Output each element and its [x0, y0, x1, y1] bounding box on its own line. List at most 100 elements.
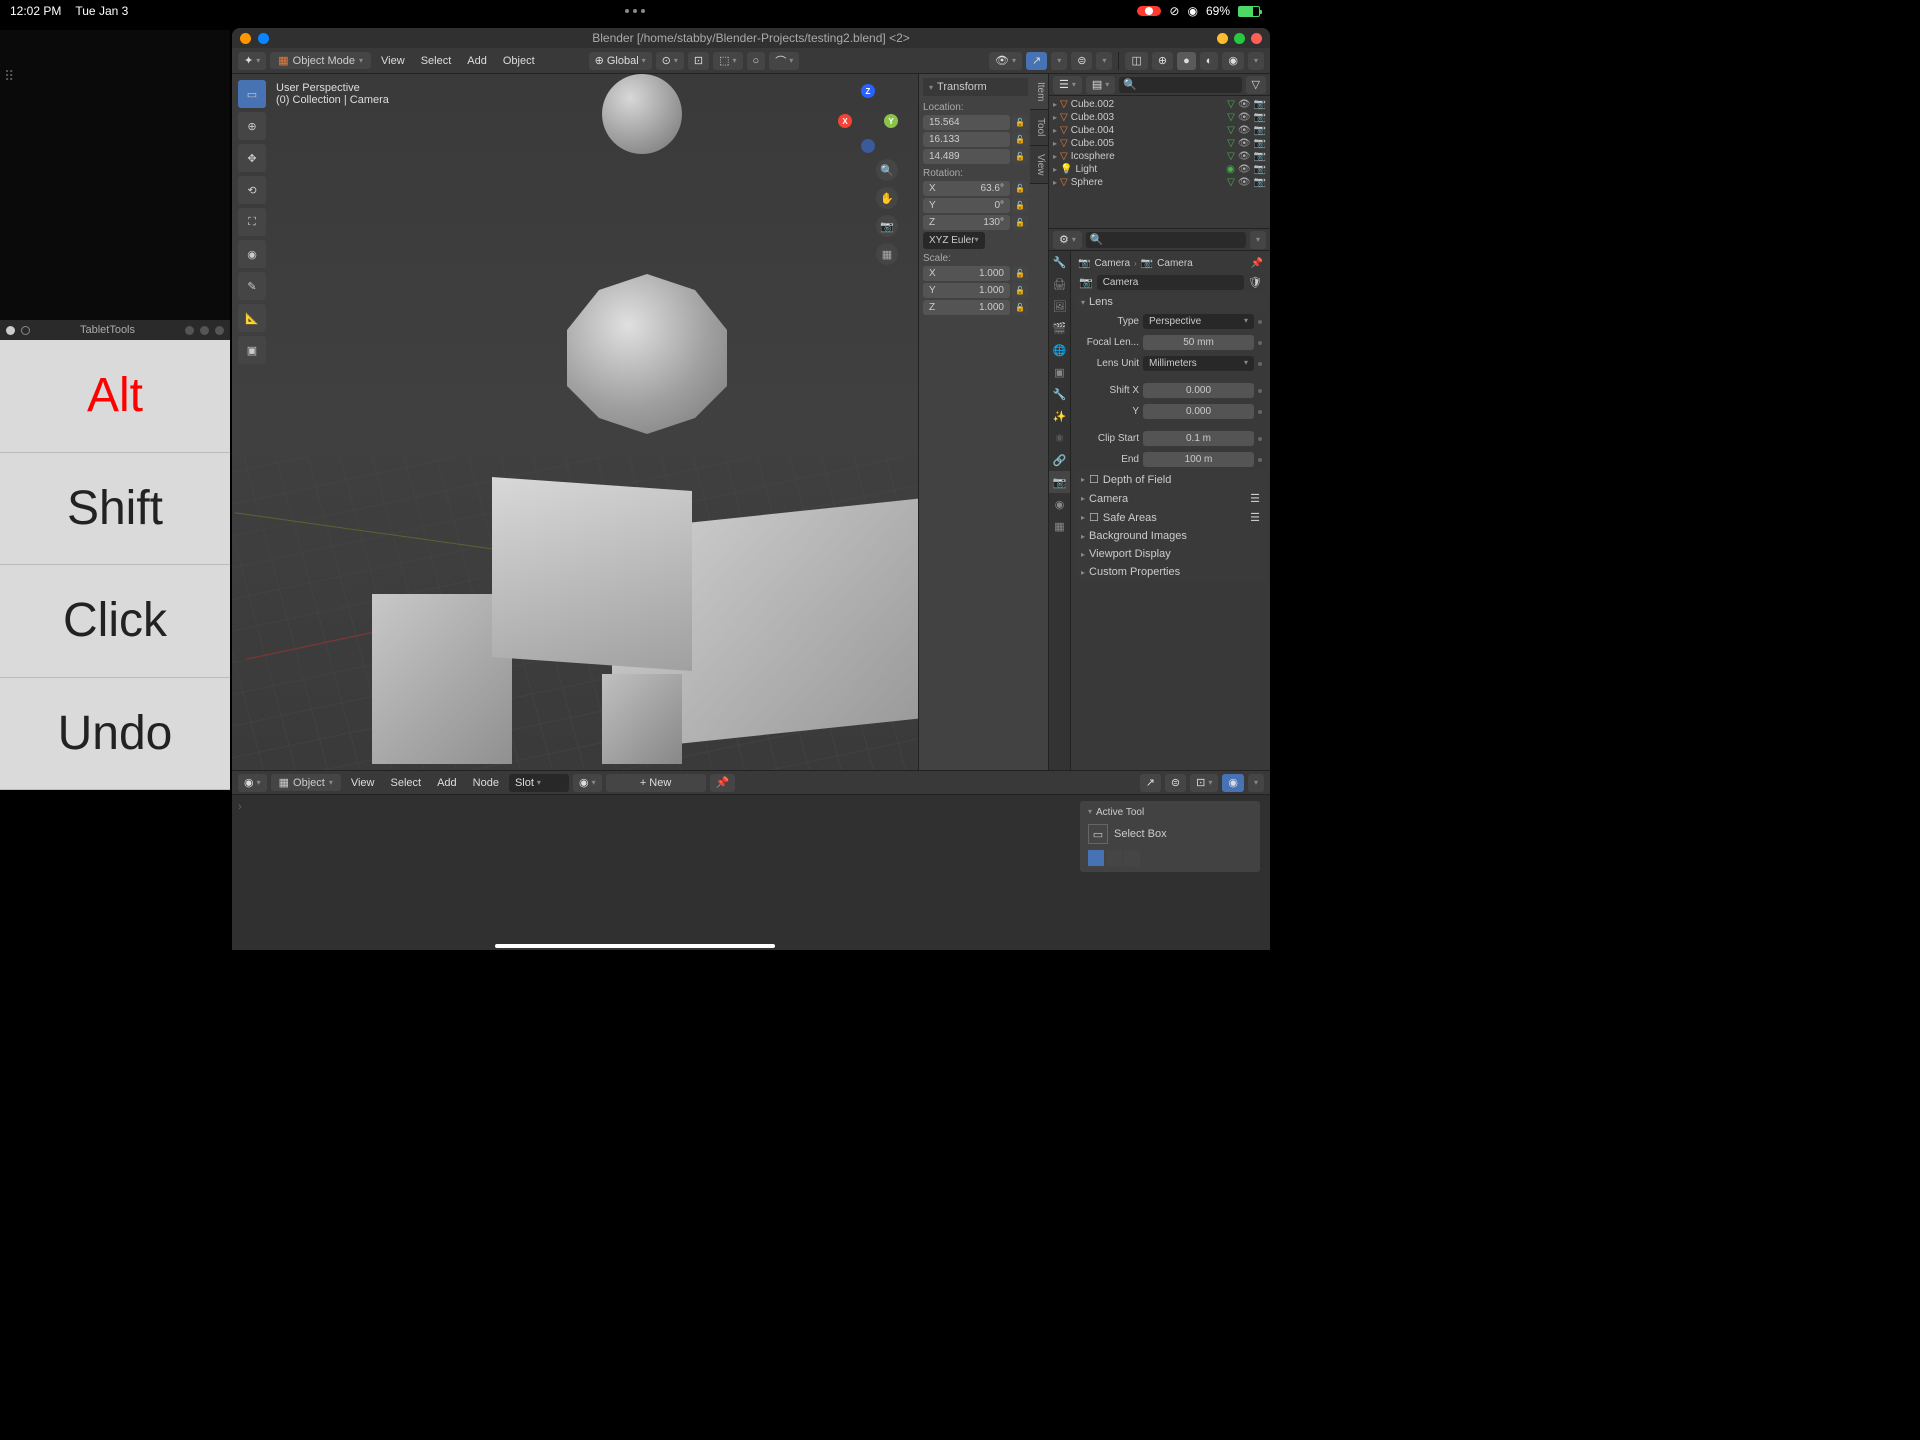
props-search[interactable]: 🔍 — [1086, 232, 1246, 248]
viewport-3d[interactable]: ▭ ⊕ ✥ ⟲ ⛶ ◉ ✎ 📐 ▣ User Perspective (0) C… — [232, 74, 1048, 770]
drag-mode-1[interactable] — [1088, 850, 1104, 866]
outliner-search[interactable]: 🔍 — [1119, 77, 1241, 93]
npanel-tab-tool[interactable]: Tool — [1030, 110, 1048, 145]
gizmo-options[interactable]: ▾ — [1051, 52, 1067, 70]
shader-menu-view[interactable]: View — [345, 775, 381, 791]
nav-camera[interactable]: 📷 — [876, 215, 898, 237]
safeareas-panel-header[interactable]: ▸☐Safe Areas☰ — [1075, 508, 1266, 527]
clip-start-field[interactable]: 0.1 m — [1143, 431, 1254, 446]
pivot-button[interactable]: ⊙▾ — [656, 52, 684, 70]
key-alt[interactable]: Alt — [0, 340, 230, 453]
expand-icon[interactable]: › — [238, 801, 242, 813]
shading-rendered[interactable]: ◉ — [1222, 52, 1244, 70]
loc-z-field[interactable]: 14.489 — [923, 149, 1010, 164]
props-tab-object[interactable]: ▣ — [1049, 361, 1070, 383]
lock-icon[interactable]: 🔓 — [1012, 115, 1028, 130]
tool-annotate[interactable]: ✎ — [238, 272, 266, 300]
shading-solid[interactable]: ● — [1177, 52, 1196, 70]
visibility-button[interactable]: 👁▾ — [989, 52, 1022, 70]
shading-matprev[interactable]: ◐ — [1200, 52, 1219, 70]
props-tab-data[interactable]: 📷 — [1049, 471, 1070, 493]
minimize-button[interactable] — [1217, 33, 1228, 44]
home-indicator[interactable] — [495, 944, 775, 948]
lens-unit-select[interactable]: Millimeters▾ — [1143, 356, 1254, 371]
drag-mode-3[interactable] — [1124, 850, 1140, 866]
nav-zoom[interactable]: 🔍 — [876, 159, 898, 181]
gizmo-toggle[interactable]: ↗ — [1026, 52, 1047, 70]
outliner-item[interactable]: ▸▽Cube.002▽👁📷 — [1053, 98, 1266, 111]
menu-view[interactable]: View — [375, 53, 411, 69]
use-nodes-toggle[interactable]: ◉ — [1222, 774, 1244, 792]
shading-options[interactable]: ▾ — [1248, 52, 1264, 70]
tool-move[interactable]: ✥ — [238, 144, 266, 172]
proportional-edit[interactable]: ○ — [747, 52, 766, 70]
shader-overlay2[interactable]: ⊜ — [1165, 774, 1186, 792]
tool-transform[interactable]: ◉ — [238, 240, 266, 268]
nav-perspective[interactable]: ▦ — [876, 243, 898, 265]
mesh-cubes-group[interactable] — [372, 474, 932, 770]
screen-record-indicator[interactable] — [1137, 6, 1161, 16]
props-tab-viewlayer[interactable]: 🖼 — [1049, 295, 1070, 317]
overlay-toggle[interactable]: ⊜ — [1071, 52, 1092, 70]
window-titlebar[interactable]: Blender [/home/stabby/Blender-Projects/t… — [232, 28, 1270, 48]
key-shift[interactable]: Shift — [0, 453, 230, 566]
clip-end-field[interactable]: 100 m — [1143, 452, 1254, 467]
outliner-item[interactable]: ▸💡Light◉👁📷 — [1053, 163, 1266, 176]
viewport-display-panel-header[interactable]: ▸Viewport Display — [1075, 545, 1266, 563]
maximize-button[interactable] — [1234, 33, 1245, 44]
outliner-item[interactable]: ▸▽Cube.004▽👁📷 — [1053, 124, 1266, 137]
outliner-item[interactable]: ▸▽Sphere▽👁📷 — [1053, 176, 1266, 189]
snap-target[interactable]: ⬚▾ — [713, 52, 742, 70]
props-type-button[interactable]: ⚙▾ — [1053, 231, 1082, 249]
tablet-tools-titlebar[interactable]: TabletTools — [0, 320, 230, 340]
outliner-item[interactable]: ▸▽Cube.005▽👁📷 — [1053, 137, 1266, 150]
tool-rotate[interactable]: ⟲ — [238, 176, 266, 204]
shader-snap[interactable]: ⊡▾ — [1190, 774, 1218, 792]
key-click[interactable]: Click — [0, 565, 230, 678]
outliner-filter[interactable]: ▽ — [1246, 76, 1266, 94]
tool-measure[interactable]: 📐 — [238, 304, 266, 332]
material-browse[interactable]: ◉▾ — [573, 774, 602, 792]
scale-z-field[interactable]: Z1.000 — [923, 300, 1010, 315]
pin-button[interactable]: 📌 — [710, 774, 736, 792]
dof-panel-header[interactable]: ▸☐Depth of Field — [1075, 470, 1266, 489]
multitask-dots[interactable] — [625, 9, 645, 13]
window-grip-icon[interactable]: ⠿ — [4, 68, 12, 85]
close-button[interactable] — [1251, 33, 1262, 44]
fake-user-icon[interactable]: 🛡 — [1248, 276, 1262, 289]
shader-menu-select[interactable]: Select — [385, 775, 428, 791]
shader-menu-add[interactable]: Add — [431, 775, 463, 791]
overlay-options[interactable]: ▾ — [1096, 52, 1112, 70]
outliner-view-mode[interactable]: ▤▾ — [1086, 76, 1115, 94]
shift-x-field[interactable]: 0.000 — [1143, 383, 1254, 398]
orientation-select[interactable]: ⊕ Global ▾ — [589, 52, 652, 70]
tool-select-box[interactable]: ▭ — [238, 80, 266, 108]
shader-node-area[interactable]: › ▾Active Tool ▭ Select Box — [232, 795, 1270, 950]
props-options[interactable]: ▾ — [1250, 231, 1266, 249]
props-tab-constraint[interactable]: 🔗 — [1049, 449, 1070, 471]
snap-toggle[interactable]: ⊡ — [688, 52, 709, 70]
props-tab-material[interactable]: ◉ — [1049, 493, 1070, 515]
rot-y-field[interactable]: Y0° — [923, 198, 1010, 213]
shading-wireframe[interactable]: ⊕ — [1152, 52, 1173, 70]
scale-x-field[interactable]: X1.000 — [923, 266, 1010, 281]
mesh-sphere[interactable] — [602, 74, 682, 154]
props-tab-texture[interactable]: ▦ — [1049, 515, 1070, 537]
key-undo[interactable]: Undo — [0, 678, 230, 791]
shader-editor-type[interactable]: ◉▾ — [238, 774, 267, 792]
shader-options[interactable]: ▾ — [1248, 774, 1264, 792]
shift-y-field[interactable]: 0.000 — [1143, 404, 1254, 419]
shader-type-select[interactable]: ▦Object▾ — [271, 774, 341, 791]
props-tab-output[interactable]: 🖨 — [1049, 273, 1070, 295]
props-tab-world[interactable]: 🌐 — [1049, 339, 1070, 361]
rot-z-field[interactable]: Z130° — [923, 215, 1010, 230]
props-tab-particle[interactable]: ✨ — [1049, 405, 1070, 427]
tool-cursor[interactable]: ⊕ — [238, 112, 266, 140]
focal-length-field[interactable]: 50 mm — [1143, 335, 1254, 350]
drag-mode-2[interactable] — [1106, 850, 1122, 866]
outliner-item[interactable]: ▸▽Cube.003▽👁📷 — [1053, 111, 1266, 124]
outliner-display-mode[interactable]: ☰▾ — [1053, 76, 1082, 94]
outliner-item[interactable]: ▸▽Icosphere▽👁📷 — [1053, 150, 1266, 163]
mode-select[interactable]: ▦ Object Mode ▾ — [270, 52, 371, 69]
tool-scale[interactable]: ⛶ — [238, 208, 266, 236]
